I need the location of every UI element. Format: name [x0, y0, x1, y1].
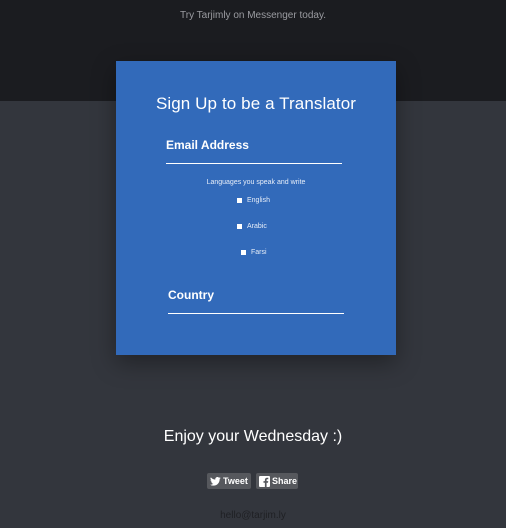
- share-buttons: Tweet Share: [207, 473, 298, 489]
- country-field[interactable]: [168, 285, 344, 314]
- checkbox-icon[interactable]: [241, 250, 246, 255]
- tweet-button[interactable]: Tweet: [207, 473, 251, 489]
- signup-card: Sign Up to be a Translator Languages you…: [116, 61, 396, 355]
- language-label-arabic: Arabic: [247, 223, 267, 230]
- checkbox-icon[interactable]: [237, 198, 242, 203]
- greeting-text: Enjoy your Wednesday :): [163, 428, 343, 445]
- share-label: Share: [272, 476, 298, 486]
- languages-label: Languages you speak and write: [206, 179, 306, 186]
- facebook-share-button[interactable]: Share: [256, 473, 298, 489]
- language-option-english[interactable]: English: [237, 197, 270, 204]
- messenger-promo-text[interactable]: Try Tarjimly on Messenger today.: [0, 10, 506, 21]
- email-field[interactable]: [166, 135, 342, 164]
- tweet-label: Tweet: [223, 476, 248, 486]
- contact-email[interactable]: hello@tarjim.ly: [0, 510, 506, 521]
- signup-title: Sign Up to be a Translator: [155, 94, 357, 113]
- language-label-english: English: [247, 197, 270, 204]
- twitter-bird-icon: [210, 476, 221, 486]
- language-option-arabic[interactable]: Arabic: [237, 223, 267, 230]
- language-option-farsi[interactable]: Farsi: [241, 249, 267, 256]
- language-label-farsi: Farsi: [251, 249, 267, 256]
- facebook-f-icon: [259, 475, 270, 487]
- checkbox-icon[interactable]: [237, 224, 242, 229]
